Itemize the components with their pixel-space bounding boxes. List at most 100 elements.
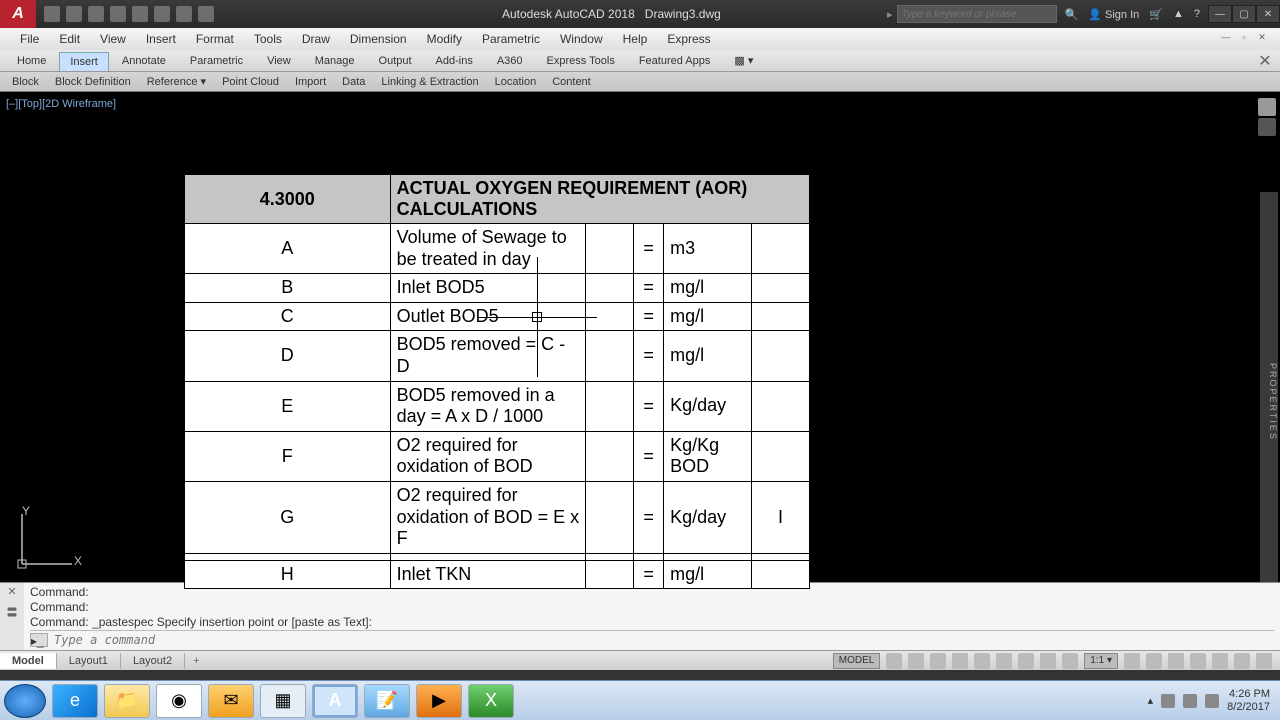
status-lweight-icon[interactable] (1018, 653, 1034, 669)
menu-edit[interactable]: Edit (49, 32, 90, 46)
taskbar-chrome-icon[interactable]: ◉ (156, 684, 202, 718)
qat-save-icon[interactable] (88, 6, 104, 22)
taskbar-explorer-icon[interactable]: 📁 (104, 684, 150, 718)
tab-featured-apps[interactable]: Featured Apps (628, 51, 722, 71)
qat-redo-icon[interactable] (176, 6, 192, 22)
signin-button[interactable]: 👤 Sign In (1088, 8, 1139, 21)
layout-add-button[interactable]: + (185, 655, 207, 667)
close-button[interactable]: ✕ (1256, 5, 1280, 23)
status-isolate-icon[interactable] (1212, 653, 1228, 669)
panel-point-cloud[interactable]: Point Cloud (216, 76, 285, 88)
tab-addins[interactable]: Add-ins (425, 51, 484, 71)
qat-undo-icon[interactable] (154, 6, 170, 22)
panel-block-definition[interactable]: Block Definition (49, 76, 137, 88)
qat-open-icon[interactable] (66, 6, 82, 22)
infocenter-search-icon[interactable]: 🔍 (1065, 8, 1079, 21)
status-transparency-icon[interactable] (1040, 653, 1056, 669)
menu-tools[interactable]: Tools (244, 32, 292, 46)
menu-express[interactable]: Express (657, 32, 720, 46)
panel-content[interactable]: Content (546, 76, 597, 88)
layout-tab-1[interactable]: Layout1 (57, 653, 121, 669)
tab-parametric[interactable]: Parametric (179, 51, 254, 71)
panel-location[interactable]: Location (489, 76, 543, 88)
layout-tab-model[interactable]: Model (0, 653, 57, 669)
tab-express-tools[interactable]: Express Tools (536, 51, 626, 71)
minimize-button[interactable]: — (1208, 5, 1232, 23)
qat-plot-icon[interactable] (132, 6, 148, 22)
status-otrack-icon[interactable] (996, 653, 1012, 669)
tab-view[interactable]: View (256, 51, 302, 71)
panel-data[interactable]: Data (336, 76, 371, 88)
layout-tab-2[interactable]: Layout2 (121, 653, 185, 669)
status-osnap-icon[interactable] (974, 653, 990, 669)
status-ortho-icon[interactable] (930, 653, 946, 669)
doc-close-button[interactable]: ✕ (1254, 32, 1270, 46)
status-grid-icon[interactable] (886, 653, 902, 669)
tray-chevron-icon[interactable]: ▴ (1148, 694, 1154, 707)
taskbar-autocad-icon[interactable]: A (312, 684, 358, 718)
infocenter-search-input[interactable] (897, 5, 1057, 23)
doc-minimize-button[interactable]: — (1218, 32, 1234, 46)
status-isoplane-icon[interactable] (1168, 653, 1184, 669)
navbar-icon[interactable] (1258, 118, 1276, 136)
menu-view[interactable]: View (90, 32, 136, 46)
taskbar-ie-icon[interactable]: e (52, 684, 98, 718)
taskbar-outlook-icon[interactable]: ✉ (208, 684, 254, 718)
panel-reference[interactable]: Reference ▾ (141, 75, 212, 88)
qat-new-icon[interactable] (44, 6, 60, 22)
tab-a360[interactable]: A360 (486, 51, 534, 71)
taskbar-notepad-icon[interactable]: 📝 (364, 684, 410, 718)
tray-flag-icon[interactable] (1161, 694, 1175, 708)
properties-palette-tab[interactable]: PROPERTIES (1260, 192, 1278, 582)
status-model-button[interactable]: MODEL (833, 653, 881, 669)
cmd-close-icon[interactable]: ✕ (7, 585, 16, 598)
tray-network-icon[interactable] (1183, 694, 1197, 708)
viewcube-icon[interactable] (1258, 98, 1276, 116)
status-plus-icon[interactable] (1146, 653, 1162, 669)
help-icon[interactable]: ? (1194, 8, 1200, 20)
start-button[interactable] (4, 684, 46, 718)
taskbar-excel-icon[interactable]: X (468, 684, 514, 718)
status-custom-icon[interactable] (1256, 653, 1272, 669)
tray-clock[interactable]: 4:26 PM8/2/2017 (1227, 688, 1270, 714)
status-snap-icon[interactable] (908, 653, 924, 669)
tab-output[interactable]: Output (368, 51, 423, 71)
menu-modify[interactable]: Modify (417, 32, 472, 46)
status-cycling-icon[interactable] (1062, 653, 1078, 669)
menu-parametric[interactable]: Parametric (472, 32, 550, 46)
viewport-controls[interactable]: [–][Top][2D Wireframe] (6, 98, 116, 110)
maximize-button[interactable]: ▢ (1232, 5, 1256, 23)
drawing-viewport[interactable]: [–][Top][2D Wireframe] PROPERTIES 4.3000… (0, 92, 1280, 582)
menu-file[interactable]: File (10, 32, 49, 46)
doc-restore-button[interactable]: ▫ (1236, 32, 1252, 46)
cmd-handle-icon[interactable]: 〓 (7, 604, 18, 620)
tab-manage[interactable]: Manage (304, 51, 366, 71)
menu-help[interactable]: Help (613, 32, 658, 46)
ribbon-extra-icon[interactable]: ▩ ▾ (723, 50, 764, 71)
panel-block[interactable]: Block (6, 76, 45, 88)
tray-volume-icon[interactable] (1205, 694, 1219, 708)
tab-home[interactable]: Home (6, 51, 57, 71)
tab-insert[interactable]: Insert (59, 52, 109, 71)
qat-saveas-icon[interactable] (110, 6, 126, 22)
taskbar-app-icon[interactable]: ▦ (260, 684, 306, 718)
menu-insert[interactable]: Insert (136, 32, 186, 46)
status-clean-icon[interactable] (1234, 653, 1250, 669)
panel-linking[interactable]: Linking & Extraction (375, 76, 484, 88)
qat-more-icon[interactable] (198, 6, 214, 22)
taskbar-mediaplayer-icon[interactable]: ▶ (416, 684, 462, 718)
status-hardware-icon[interactable] (1190, 653, 1206, 669)
status-polar-icon[interactable] (952, 653, 968, 669)
menu-dimension[interactable]: Dimension (340, 32, 417, 46)
menu-window[interactable]: Window (550, 32, 613, 46)
menu-draw[interactable]: Draw (292, 32, 340, 46)
ribbon-collapse-button[interactable]: ✕ (1256, 51, 1274, 71)
panel-import[interactable]: Import (289, 76, 332, 88)
app-logo[interactable]: A (0, 0, 36, 28)
a360-icon[interactable]: ▲ (1173, 8, 1184, 20)
status-annoscale-button[interactable]: 1:1 ▾ (1084, 653, 1118, 669)
menu-format[interactable]: Format (186, 32, 244, 46)
exchange-icon[interactable]: 🛒 (1149, 8, 1163, 21)
status-gear-icon[interactable] (1124, 653, 1140, 669)
command-input[interactable] (54, 633, 1274, 647)
